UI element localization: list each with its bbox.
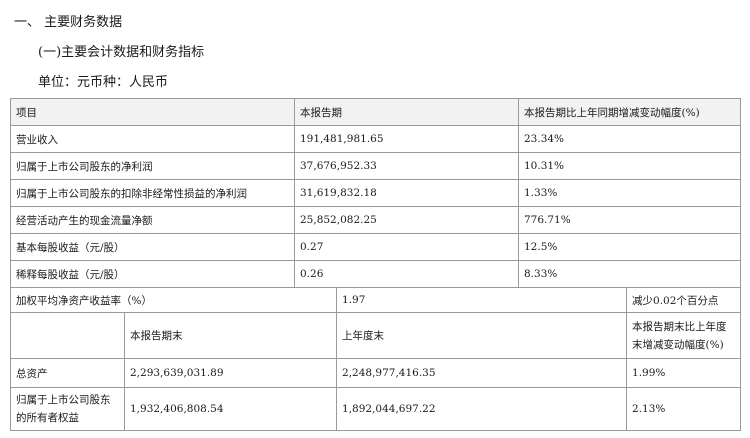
section-heading: 一、 主要财务数据 <box>14 15 123 30</box>
table-header-row: 本报告期末 上年度末 本报告期末比上年度末增减变动幅度(%) <box>10 312 742 359</box>
row-value-prior: 1,892,044,697.22 <box>336 387 628 431</box>
table-row: 归属于上市公司股东的扣除非经常性损益的净利润 31,619,832.18 1.3… <box>10 179 741 207</box>
row-label: 基本每股收益（元/股） <box>10 233 295 261</box>
roe-label: 加权平均净资产收益率（%） <box>9 287 338 313</box>
row-value: 0.26 <box>294 260 519 288</box>
balance-indicators-table: 加权平均净资产收益率（%） 1.97 减少0.02个百分点 本报告期末 上年度末… <box>9 287 742 431</box>
row-change: 1.33% <box>518 179 741 207</box>
header-current-period: 本报告期 <box>294 98 519 126</box>
row-change: 23.34% <box>518 125 741 153</box>
header-change: 本报告期末比上年度末增减变动幅度(%) <box>626 312 742 359</box>
row-value: 31,619,832.18 <box>294 179 519 207</box>
roe-change: 减少0.02个百分点 <box>626 287 742 313</box>
row-label: 经营活动产生的现金流量净额 <box>10 206 295 234</box>
financial-indicators-table: 项目 本报告期 本报告期比上年同期增减变动幅度(%) 营业收入 191,481,… <box>10 98 741 288</box>
row-label: 归属于上市公司股东的净利润 <box>10 152 295 180</box>
table-row: 归属于上市公司股东的所有者权益 1,932,406,808.54 1,892,0… <box>10 387 742 431</box>
header-item: 项目 <box>10 98 295 126</box>
row-change: 2.13% <box>626 387 742 431</box>
row-change: 12.5% <box>518 233 741 261</box>
table-row: 营业收入 191,481,981.65 23.34% <box>10 125 741 153</box>
row-change: 776.71% <box>518 206 741 234</box>
row-value: 191,481,981.65 <box>294 125 519 153</box>
row-change: 1.99% <box>626 358 742 388</box>
table-header-row: 项目 本报告期 本报告期比上年同期增减变动幅度(%) <box>10 98 741 126</box>
table-row: 经营活动产生的现金流量净额 25,852,082.25 776.71% <box>10 206 741 234</box>
table-row: 基本每股收益（元/股） 0.27 12.5% <box>10 233 741 261</box>
table-row: 稀释每股收益（元/股） 0.26 8.33% <box>10 260 741 288</box>
row-label: 归属于上市公司股东的扣除非经常性损益的净利润 <box>10 179 295 207</box>
row-value: 25,852,082.25 <box>294 206 519 234</box>
subsection-heading: (一)主要会计数据和财务指标 <box>38 45 205 60</box>
roe-row: 加权平均净资产收益率（%） 1.97 减少0.02个百分点 <box>9 287 742 313</box>
row-label: 稀释每股收益（元/股） <box>10 260 295 288</box>
row-value-current: 2,293,639,031.89 <box>123 358 338 388</box>
row-label: 总资产 <box>10 358 125 388</box>
row-change: 8.33% <box>518 260 741 288</box>
row-label: 归属于上市公司股东的所有者权益 <box>10 387 125 431</box>
row-value-current: 1,932,406,808.54 <box>123 387 338 431</box>
table-row: 总资产 2,293,639,031.89 2,248,977,416.35 1.… <box>10 358 742 388</box>
unit-note: 单位：元币种：人民币 <box>38 75 169 90</box>
row-value: 37,676,952.33 <box>294 152 519 180</box>
row-label: 营业收入 <box>10 125 295 153</box>
row-value: 0.27 <box>294 233 519 261</box>
row-value-prior: 2,248,977,416.35 <box>336 358 628 388</box>
table-row: 归属于上市公司股东的净利润 37,676,952.33 10.31% <box>10 152 741 180</box>
roe-value: 1.97 <box>336 287 628 313</box>
header-empty <box>10 312 125 359</box>
header-period-end: 本报告期末 <box>123 312 338 359</box>
header-prior-year-end: 上年度末 <box>336 312 628 359</box>
header-yoy-change: 本报告期比上年同期增减变动幅度(%) <box>518 98 741 126</box>
row-change: 10.31% <box>518 152 741 180</box>
